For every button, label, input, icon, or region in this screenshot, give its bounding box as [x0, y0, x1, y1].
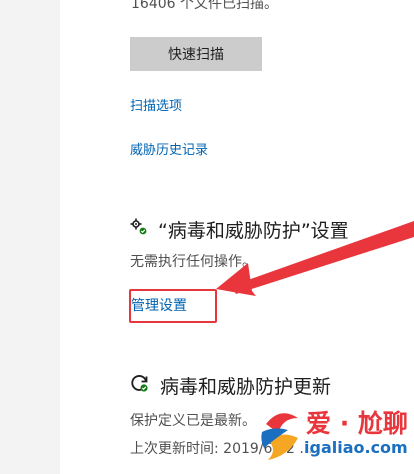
watermark-brand: 爱 · 尬聊: [306, 409, 408, 438]
watermark-logo: [261, 413, 298, 460]
watermark-domain: igaliao.com: [304, 438, 408, 457]
watermark: 爱 · 尬聊 igaliao.com: [258, 404, 414, 474]
annotation-arrow: [216, 221, 414, 296]
